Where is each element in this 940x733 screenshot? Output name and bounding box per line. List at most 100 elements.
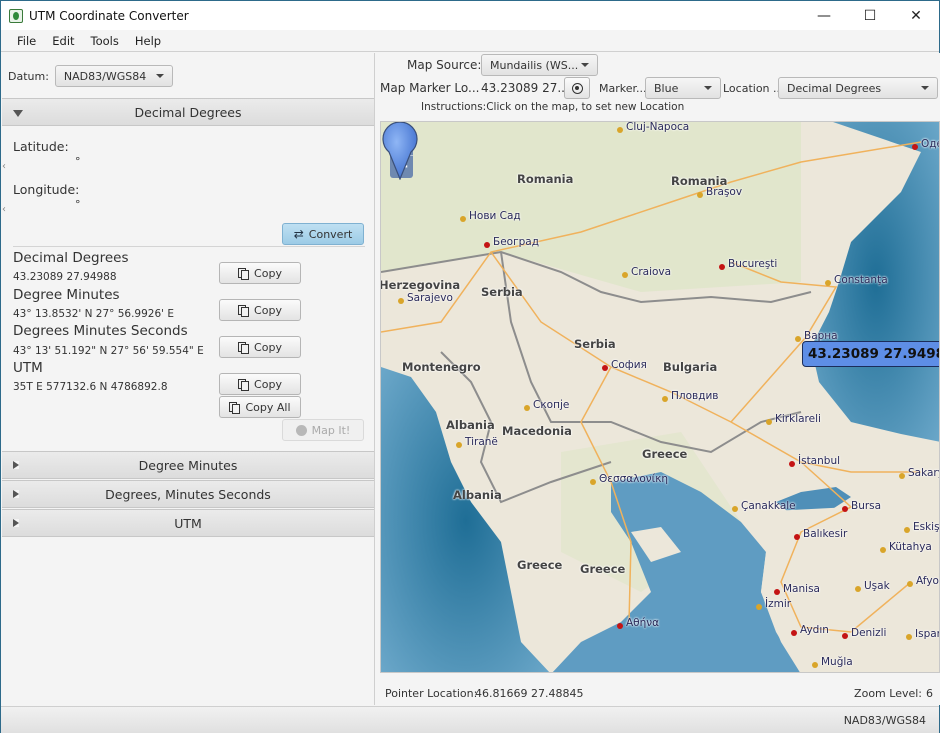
map-city-dot [842,633,848,639]
map-city-label: Tiranë [465,436,498,448]
datum-row: Datum: NAD83/WGS84 [8,65,173,87]
map-city-label: Aydın [800,624,829,636]
map-city-label: Muğla [821,656,853,668]
status-datum: NAD83/WGS84 [843,714,926,727]
chevron-down-icon [704,86,712,90]
map-city-dot [456,442,462,448]
map-city-dot [617,127,623,133]
map-country-label: Albania [446,418,495,432]
map-city-label: Denizli [851,627,887,639]
map-city-label: Cluj-Napoca [626,121,690,133]
map-country-label: Greece [517,558,563,572]
map-city-dot [899,473,905,479]
latitude-label: Latitude: [13,139,69,154]
copy-icon [238,267,250,280]
map-it-button[interactable]: Map It! [282,419,364,441]
pane-title: Decimal Degrees [134,104,242,120]
map-city-dot [855,586,861,592]
pane-header-decimal-degrees[interactable]: Decimal Degrees [2,98,374,126]
map-country-label: Montenegro [402,360,481,374]
marker-color-label: Marker... [599,82,647,95]
pane-title: Degrees, Minutes Seconds [105,486,271,502]
result-title-degree-minutes: Degree Minutes [13,287,120,303]
datum-select[interactable]: NAD83/WGS84 [54,65,173,87]
map-pin-icon[interactable] [381,122,419,180]
map-country-label: Romania [517,172,574,186]
map-city-dot [398,298,404,304]
map-it-label: Map It! [311,423,351,437]
scroll-left-icon: ‹ [2,161,6,172]
copy-label: Copy [254,340,282,354]
zoom-level-value: 6 [926,687,933,700]
globe-icon [295,424,307,436]
convert-button[interactable]: ⇄ Convert [282,223,364,245]
menu-edit[interactable]: Edit [44,34,82,48]
pointer-location-value: 46.81669 27.48845 [475,687,584,700]
marker-color-value: Blue [654,81,679,95]
result-title-utm: UTM [13,360,43,376]
result-value-decimal-degrees: 43.23089 27.94988 [13,271,117,283]
minimize-button[interactable]: — [801,1,847,30]
scroll-left-icon: ‹ [2,204,6,215]
crosshair-icon [571,82,583,94]
location-format-label: Location ... [723,82,784,95]
copy-dms-button[interactable]: Copy [219,336,301,358]
map-city-dot [766,419,772,425]
map-city-dot [622,272,628,278]
convert-label: Convert [308,227,353,241]
maximize-button[interactable]: ☐ [847,1,893,30]
pane-header-degree-minutes[interactable]: Degree Minutes [2,451,374,479]
map-city-dot [697,192,703,198]
map-city-label: Θεσσαλονίκη [599,473,669,485]
map-city-label: Београд [493,236,539,248]
map-city-dot [460,216,466,222]
map-city-label: Bucureşti [728,258,778,270]
zoom-level-label: Zoom Level: [854,687,922,700]
close-button[interactable]: ✕ [893,1,939,30]
copy-icon [238,304,250,317]
pane-header-utm[interactable]: UTM [2,509,374,537]
copy-degree-minutes-button[interactable]: Copy [219,299,301,321]
menu-tools[interactable]: Tools [83,34,127,48]
menu-bar: File Edit Tools Help [1,30,939,52]
locate-marker-button[interactable] [564,77,590,99]
map-source-label: Map Source: [407,58,482,72]
marker-location-value[interactable]: 43.23089 27... [481,81,569,95]
map-city-dot [756,604,762,610]
map-city-dot [825,280,831,286]
pane-header-dms[interactable]: Degrees, Minutes Seconds [2,480,374,508]
chevron-down-icon [155,74,164,78]
map-city-dot [789,461,795,467]
map-panel: Map Source: Mundailis (WS... Map Marker … [377,53,940,705]
pane-title: Degree Minutes [138,457,238,473]
map-city-label: Kirklareli [775,413,821,425]
map-country-label: Bulgaria [663,360,718,374]
menu-help[interactable]: Help [127,34,169,48]
copy-utm-button[interactable]: Copy [219,373,301,395]
title-bar: UTM Coordinate Converter — ☐ ✕ [1,1,939,30]
result-title-decimal-degrees: Decimal Degrees [13,250,129,266]
map-city-label: Нови Сад [469,210,521,222]
marker-coordinates-popup: 43.23089 27.94988 [802,341,939,367]
datum-label: Datum: [8,69,49,83]
expand-triangle-icon [13,461,19,469]
collapse-triangle-icon [13,110,23,117]
map-source-select[interactable]: Mundailis (WS... [481,54,598,76]
location-format-select[interactable]: Decimal Degrees [778,77,938,99]
copy-all-button[interactable]: Copy All [219,396,301,418]
map-city-label: Скопје [533,399,570,411]
copy-decimal-degrees-button[interactable]: Copy [219,262,301,284]
result-value-degree-minutes: 43° 13.8532' N 27° 56.9926' E [13,308,175,320]
menu-file[interactable]: File [1,34,44,48]
copy-all-label: Copy All [245,400,291,414]
marker-color-select[interactable]: Blue [645,77,721,99]
pointer-location-label: Pointer Location: [385,687,478,700]
expand-triangle-icon [13,490,19,498]
window-title: UTM Coordinate Converter [29,8,189,23]
map-city-label: İstanbul [798,455,841,467]
map-city-label: София [611,359,647,371]
longitude-input[interactable] [13,198,73,214]
latitude-input[interactable] [13,155,73,171]
map-view[interactable]: Romania Romania Serbia Serbia Herzegovina Mon… [380,121,940,673]
map-city-label: Afyon [916,575,939,587]
